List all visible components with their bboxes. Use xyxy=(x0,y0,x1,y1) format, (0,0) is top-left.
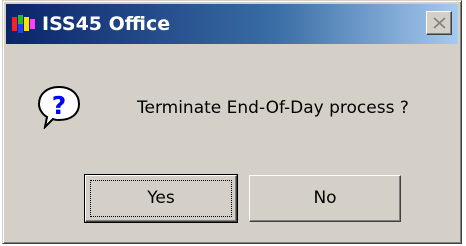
close-button[interactable] xyxy=(426,11,452,35)
no-button[interactable]: No xyxy=(249,175,401,222)
yes-button-label: Yes xyxy=(147,188,175,208)
question-icon: ? xyxy=(37,85,81,129)
iss-app-icon xyxy=(12,15,35,33)
yes-button[interactable]: Yes xyxy=(84,174,238,223)
svg-text:?: ? xyxy=(52,91,67,120)
confirm-dialog: ISS45 Office ? Terminate End-Of-Day proc… xyxy=(2,0,462,244)
window-title: ISS45 Office xyxy=(42,13,171,35)
dialog-message: Terminate End-Of-Day process ? xyxy=(137,98,409,118)
title-bar[interactable]: ISS45 Office xyxy=(6,4,458,44)
close-icon xyxy=(433,17,446,29)
no-button-label: No xyxy=(313,188,337,208)
